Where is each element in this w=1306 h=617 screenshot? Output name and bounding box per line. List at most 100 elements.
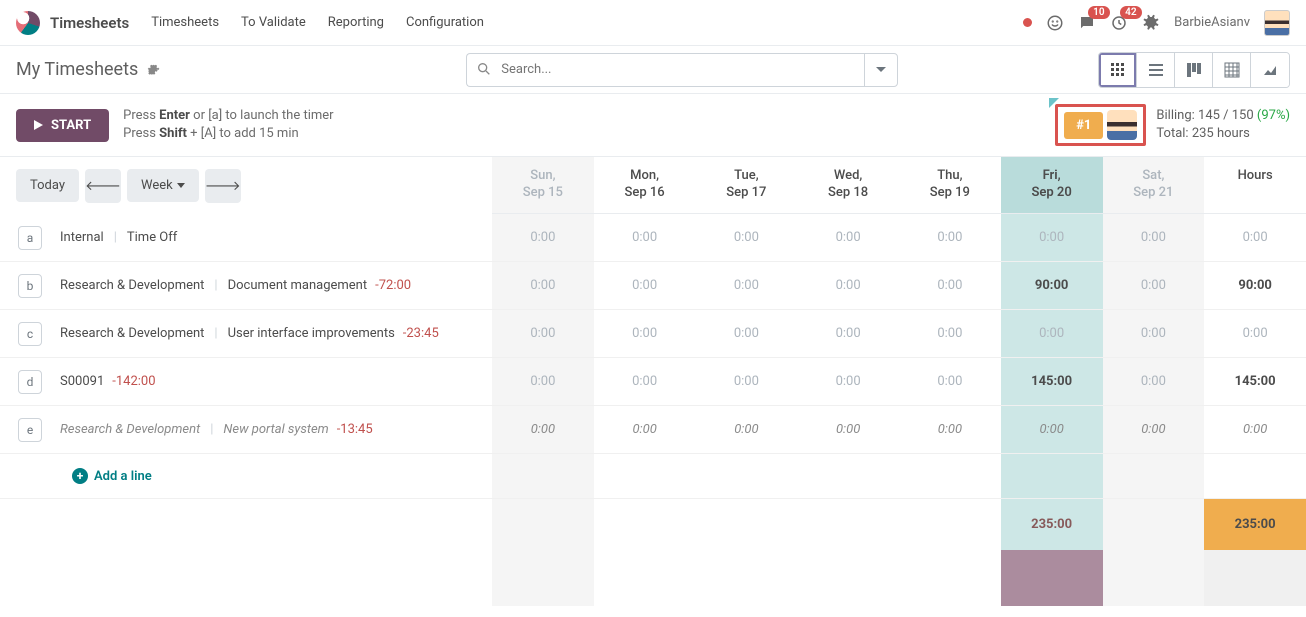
breadcrumb: My Timesheets (16, 59, 160, 80)
cell[interactable]: 0:00 (1103, 214, 1205, 262)
view-list-button[interactable] (1137, 53, 1175, 87)
cell[interactable]: 0:00 (492, 310, 594, 358)
support-icon[interactable] (1046, 14, 1064, 32)
row-total: 0:00 (1204, 406, 1306, 454)
row-total: 145:00 (1204, 358, 1306, 406)
task-row[interactable]: b Research & Development|Document manage… (0, 262, 492, 310)
cell[interactable]: 0:00 (594, 262, 696, 310)
hotkey: b (18, 274, 42, 298)
cell[interactable]: 0:00 (1001, 310, 1103, 358)
cell[interactable]: 0:00 (797, 262, 899, 310)
search-icon (476, 61, 492, 77)
col-fri: Fri,Sep 20 (1001, 157, 1103, 214)
cell[interactable]: 0:00 (696, 310, 798, 358)
cell[interactable]: 0:00 (797, 406, 899, 454)
nav-to-validate[interactable]: To Validate (241, 15, 306, 30)
cell[interactable]: 0:00 (797, 310, 899, 358)
hotkey: c (18, 322, 42, 346)
task-row[interactable]: d S00091-142:00 (0, 358, 492, 406)
control-panel: My Timesheets (0, 46, 1306, 94)
cell[interactable]: 0:00 (1103, 310, 1205, 358)
task-row[interactable]: a Internal|Time Off (0, 214, 492, 262)
cell[interactable]: 0:00 (594, 358, 696, 406)
cell[interactable]: 0:00 (492, 262, 594, 310)
cell[interactable]: 0:00 (594, 406, 696, 454)
activities-icon[interactable]: 42 (1110, 14, 1128, 32)
task-row[interactable]: e Research & Development|New portal syst… (0, 406, 492, 454)
stats: Billing: 145 / 150 (97%) Total: 235 hour… (1156, 107, 1290, 143)
cell[interactable]: 0:00 (1103, 406, 1205, 454)
view-graph-button[interactable] (1251, 53, 1289, 87)
view-pivot-button[interactable] (1213, 53, 1251, 87)
cell[interactable]: 0:00 (797, 214, 899, 262)
app-name: Timesheets (50, 14, 129, 32)
nav-reporting[interactable]: Reporting (328, 15, 384, 30)
page-title: My Timesheets (16, 59, 138, 80)
cell[interactable]: 0:00 (899, 406, 1001, 454)
plus-icon: + (72, 468, 88, 484)
cell[interactable]: 0:00 (594, 310, 696, 358)
cell[interactable]: 145:00 (1001, 358, 1103, 406)
today-button[interactable]: Today (16, 169, 79, 202)
debug-icon[interactable] (1142, 14, 1160, 32)
timesheet-rows: a Internal|Time Off 0:00 0:00 0:00 0:00 … (0, 214, 1306, 454)
view-kanban-button[interactable] (1175, 53, 1213, 87)
search-input[interactable] (466, 53, 864, 87)
prev-button[interactable]: 🡐 (85, 169, 121, 203)
cell[interactable]: 0:00 (1001, 406, 1103, 454)
start-button[interactable]: START (16, 109, 109, 142)
date-nav: Today 🡐 Week 🡒 (0, 157, 492, 214)
messages-icon[interactable]: 10 (1078, 14, 1096, 32)
search-group (466, 53, 898, 87)
cell[interactable]: 0:00 (492, 358, 594, 406)
nav-timesheets[interactable]: Timesheets (151, 15, 219, 30)
hotkey: d (18, 370, 42, 394)
total-hours: 235:00 (1204, 499, 1306, 550)
rank-chip: #1 (1064, 112, 1103, 139)
col-wed: Wed,Sep 18 (797, 157, 899, 214)
footer-spacer (0, 550, 1306, 606)
cell[interactable]: 0:00 (696, 406, 798, 454)
total-fri: 235:00 (1001, 499, 1103, 550)
user-avatar[interactable] (1264, 10, 1290, 36)
messages-badge: 10 (1088, 6, 1109, 19)
leaderboard: #1 Billing: 145 / 150 (97%) Total: 235 h… (1055, 104, 1290, 146)
next-button[interactable]: 🡒 (205, 169, 241, 203)
cell[interactable]: 0:00 (1001, 214, 1103, 262)
row-total: 0:00 (1204, 310, 1306, 358)
col-mon: Mon,Sep 16 (594, 157, 696, 214)
username[interactable]: BarbieAsianv (1174, 15, 1250, 30)
scale-button[interactable]: Week (127, 169, 199, 202)
view-switcher (1098, 52, 1290, 88)
col-tue: Tue,Sep 17 (696, 157, 798, 214)
rank-frame[interactable]: #1 (1055, 104, 1146, 146)
cell[interactable]: 0:00 (492, 406, 594, 454)
cell[interactable]: 0:00 (899, 358, 1001, 406)
task-row[interactable]: c Research & Development|User interface … (0, 310, 492, 358)
cell[interactable]: 0:00 (696, 214, 798, 262)
cell[interactable]: 0:00 (492, 214, 594, 262)
cell[interactable]: 0:00 (696, 358, 798, 406)
play-icon (34, 120, 43, 130)
search-options-button[interactable] (864, 53, 898, 87)
cell[interactable]: 0:00 (797, 358, 899, 406)
view-grid-button[interactable] (1099, 53, 1137, 87)
cell[interactable]: 0:00 (899, 262, 1001, 310)
main-nav: Timesheets To Validate Reporting Configu… (151, 15, 484, 30)
cell[interactable]: 90:00 (1001, 262, 1103, 310)
cell[interactable]: 0:00 (1103, 358, 1205, 406)
topbar: Timesheets Timesheets To Validate Report… (0, 0, 1306, 46)
keyboard-hints: Press Enter or [a] to launch the timer P… (123, 107, 333, 143)
cell[interactable]: 0:00 (1103, 262, 1205, 310)
totals-row: 235:00 235:00 (0, 499, 1306, 550)
cell[interactable]: 0:00 (899, 214, 1001, 262)
nav-configuration[interactable]: Configuration (406, 15, 484, 30)
cell[interactable]: 0:00 (899, 310, 1001, 358)
add-line-button[interactable]: + Add a line (0, 454, 492, 499)
col-hours: Hours (1204, 157, 1306, 214)
rank-avatar (1107, 110, 1137, 140)
cell[interactable]: 0:00 (594, 214, 696, 262)
cell[interactable]: 0:00 (696, 262, 798, 310)
activities-badge: 42 (1120, 6, 1141, 19)
gear-icon[interactable] (146, 63, 160, 77)
